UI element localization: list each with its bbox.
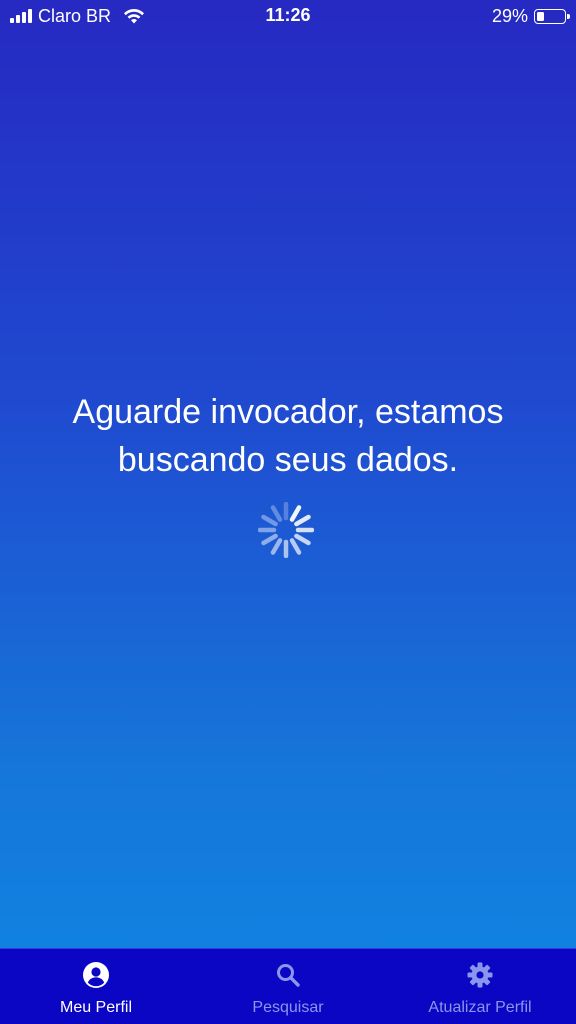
battery-percent: 29% <box>491 6 528 26</box>
tab-label: Atualizar Perfil <box>428 999 532 1016</box>
tab-label: Pesquisar <box>252 999 324 1016</box>
spinner-spoke <box>289 505 302 522</box>
search-icon <box>277 964 300 987</box>
spinner-spoke <box>270 538 283 555</box>
user-circle-icon <box>83 962 109 988</box>
spinner-spoke <box>294 514 311 527</box>
tab-label: Meu Perfil <box>59 999 133 1016</box>
loading-message: Aguarde invocador, estamos buscando seus… <box>72 393 504 479</box>
tab-meu-perfil[interactable]: Meu Perfil <box>0 949 192 1024</box>
spinner-spoke <box>261 514 278 527</box>
battery-fill <box>537 11 544 21</box>
status-bar: Claro BR 11:26 29% <box>0 0 576 32</box>
tab-pesquisar[interactable]: Pesquisar <box>192 949 384 1024</box>
status-right: 29% <box>491 6 570 26</box>
spinner-spoke <box>261 533 278 546</box>
gear-icon <box>467 962 493 988</box>
spinner-spoke <box>270 505 283 522</box>
spinner-spoke <box>289 538 302 555</box>
status-time: 11:26 <box>265 5 311 25</box>
tab-atualizar-perfil[interactable]: Atualizar Perfil <box>384 949 576 1024</box>
battery-icon <box>534 8 570 24</box>
spinner-spoke <box>294 533 311 546</box>
loading-spinner-icon <box>258 502 314 558</box>
tab-bar: Meu Perfil Pesquisar Atualizar Perfil <box>0 948 576 1024</box>
